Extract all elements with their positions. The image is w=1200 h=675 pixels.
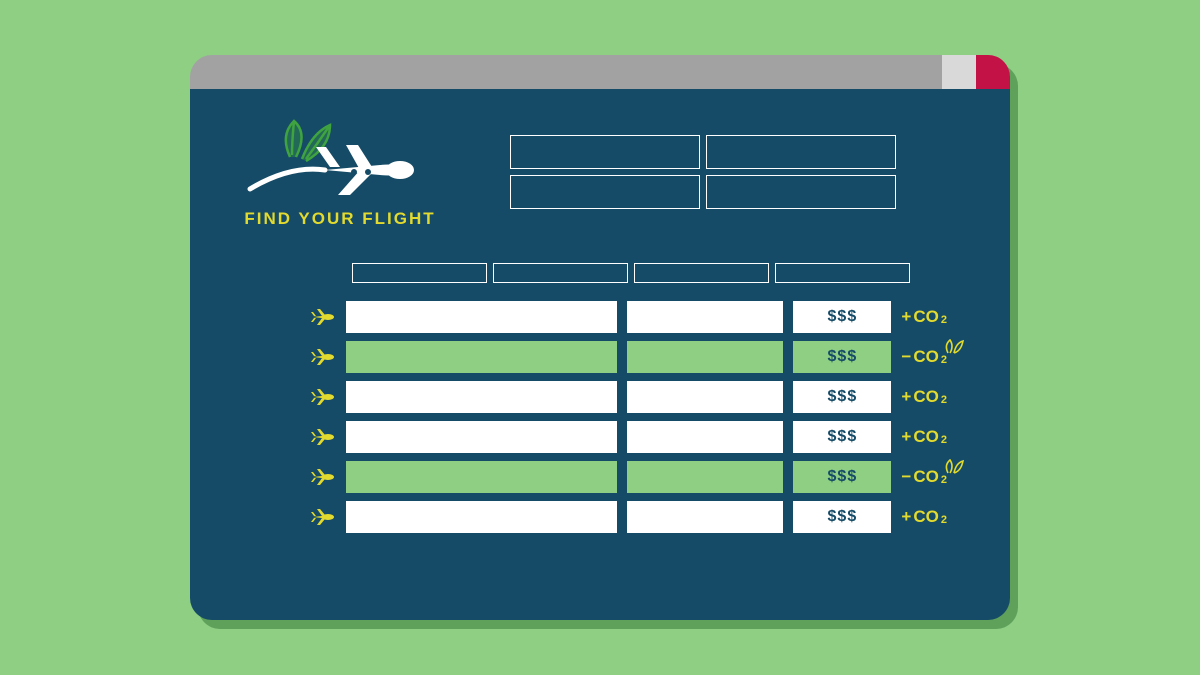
co2-badge: +CO2: [901, 307, 970, 327]
table-header: [352, 263, 970, 283]
cell-time: [627, 381, 784, 413]
plane-icon: [310, 344, 336, 370]
minimize-button[interactable]: [942, 55, 976, 89]
search-depart-input[interactable]: [510, 175, 700, 209]
close-button[interactable]: [976, 55, 1010, 89]
cell-flight: [346, 461, 617, 493]
cell-time: [627, 501, 784, 533]
search-to-input[interactable]: [706, 135, 896, 169]
airplane-leaf-logo-icon: [230, 115, 450, 205]
results-table: $$$ +CO2 $$$ −CO2 $$$: [310, 263, 970, 533]
cell-price: $$$: [793, 341, 891, 373]
table-row[interactable]: $$$ −CO2: [310, 461, 970, 493]
plane-icon: [310, 504, 336, 530]
content-area: FIND YOUR FLIGHT: [190, 89, 1010, 620]
cell-price: $$$: [793, 381, 891, 413]
cell-time: [627, 461, 784, 493]
co2-badge: +CO2: [901, 427, 970, 447]
cell-price: $$$: [793, 501, 891, 533]
co2-badge: +CO2: [901, 507, 970, 527]
cell-price: $$$: [793, 421, 891, 453]
tagline: FIND YOUR FLIGHT: [244, 209, 435, 229]
plane-icon: [310, 464, 336, 490]
cell-time: [627, 421, 784, 453]
plane-icon: [310, 424, 336, 450]
table-row[interactable]: $$$ +CO2: [310, 381, 970, 413]
search-form: [510, 135, 896, 209]
table-row[interactable]: $$$ +CO2: [310, 501, 970, 533]
cell-flight: [346, 381, 617, 413]
app-window: FIND YOUR FLIGHT: [190, 55, 1010, 620]
cell-flight: [346, 341, 617, 373]
cell-price: $$$: [793, 301, 891, 333]
cell-flight: [346, 421, 617, 453]
cell-flight: [346, 301, 617, 333]
column-header[interactable]: [775, 263, 910, 283]
plane-icon: [310, 384, 336, 410]
table-row[interactable]: $$$ +CO2: [310, 421, 970, 453]
co2-badge: −CO2: [901, 467, 970, 487]
leaf-icon: [942, 459, 964, 475]
cell-time: [627, 301, 784, 333]
column-header[interactable]: [634, 263, 769, 283]
column-header[interactable]: [493, 263, 628, 283]
search-return-input[interactable]: [706, 175, 896, 209]
cell-time: [627, 341, 784, 373]
table-row[interactable]: $$$ −CO2: [310, 341, 970, 373]
table-row[interactable]: $$$ +CO2: [310, 301, 970, 333]
co2-badge: −CO2: [901, 347, 970, 367]
logo-block: FIND YOUR FLIGHT: [230, 115, 450, 229]
column-header[interactable]: [352, 263, 487, 283]
leaf-icon: [942, 339, 964, 355]
search-from-input[interactable]: [510, 135, 700, 169]
cell-price: $$$: [793, 461, 891, 493]
plane-icon: [310, 304, 336, 330]
co2-badge: +CO2: [901, 387, 970, 407]
titlebar: [190, 55, 1010, 89]
cell-flight: [346, 501, 617, 533]
